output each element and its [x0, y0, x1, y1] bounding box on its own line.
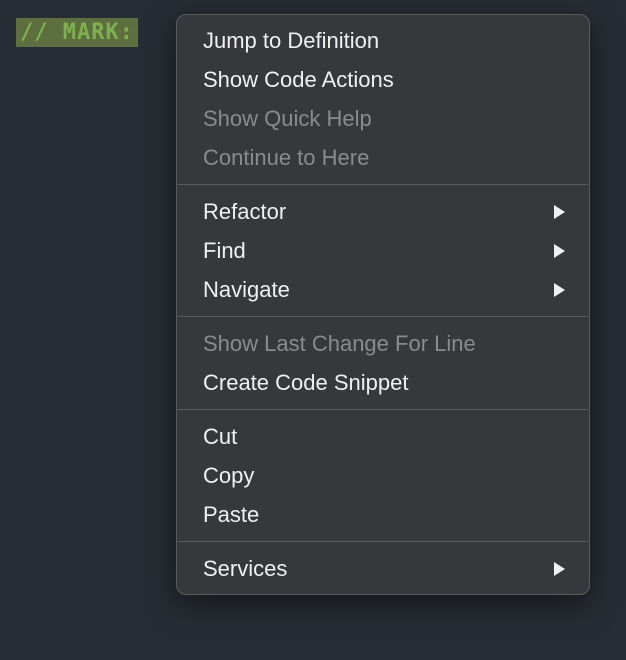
- menu-item-label: Cut: [203, 420, 237, 453]
- code-comment-mark: // MARK:: [16, 18, 138, 47]
- menu-item-label: Copy: [203, 459, 254, 492]
- menu-separator: [178, 184, 588, 185]
- menu-item-label: Refactor: [203, 195, 286, 228]
- menu-item-paste[interactable]: Paste: [177, 495, 589, 534]
- menu-item-label: Show Code Actions: [203, 63, 394, 96]
- menu-item-show-last-change-for-line: Show Last Change For Line: [177, 324, 589, 363]
- submenu-arrow-icon: [554, 244, 565, 258]
- menu-item-label: Show Quick Help: [203, 102, 372, 135]
- context-menu: Jump to Definition Show Code Actions Show …: [176, 14, 590, 595]
- menu-item-label: Navigate: [203, 273, 290, 306]
- menu-item-show-code-actions[interactable]: Show Code Actions: [177, 60, 589, 99]
- menu-item-find[interactable]: Find: [177, 231, 589, 270]
- menu-separator: [178, 541, 588, 542]
- menu-item-services[interactable]: Services: [177, 549, 589, 588]
- menu-item-label: Services: [203, 552, 287, 585]
- menu-item-label: Paste: [203, 498, 259, 531]
- menu-item-label: Jump to Definition: [203, 24, 379, 57]
- menu-item-copy[interactable]: Copy: [177, 456, 589, 495]
- menu-item-refactor[interactable]: Refactor: [177, 192, 589, 231]
- submenu-arrow-icon: [554, 283, 565, 297]
- menu-item-label: Create Code Snippet: [203, 366, 408, 399]
- menu-item-label: Show Last Change For Line: [203, 327, 476, 360]
- menu-item-navigate[interactable]: Navigate: [177, 270, 589, 309]
- menu-separator: [178, 316, 588, 317]
- submenu-arrow-icon: [554, 562, 565, 576]
- menu-item-jump-to-definition[interactable]: Jump to Definition: [177, 21, 589, 60]
- menu-separator: [178, 409, 588, 410]
- menu-item-cut[interactable]: Cut: [177, 417, 589, 456]
- menu-item-label: Continue to Here: [203, 141, 369, 174]
- submenu-arrow-icon: [554, 205, 565, 219]
- menu-item-create-code-snippet[interactable]: Create Code Snippet: [177, 363, 589, 402]
- menu-item-continue-to-here: Continue to Here: [177, 138, 589, 177]
- menu-item-show-quick-help: Show Quick Help: [177, 99, 589, 138]
- menu-item-label: Find: [203, 234, 246, 267]
